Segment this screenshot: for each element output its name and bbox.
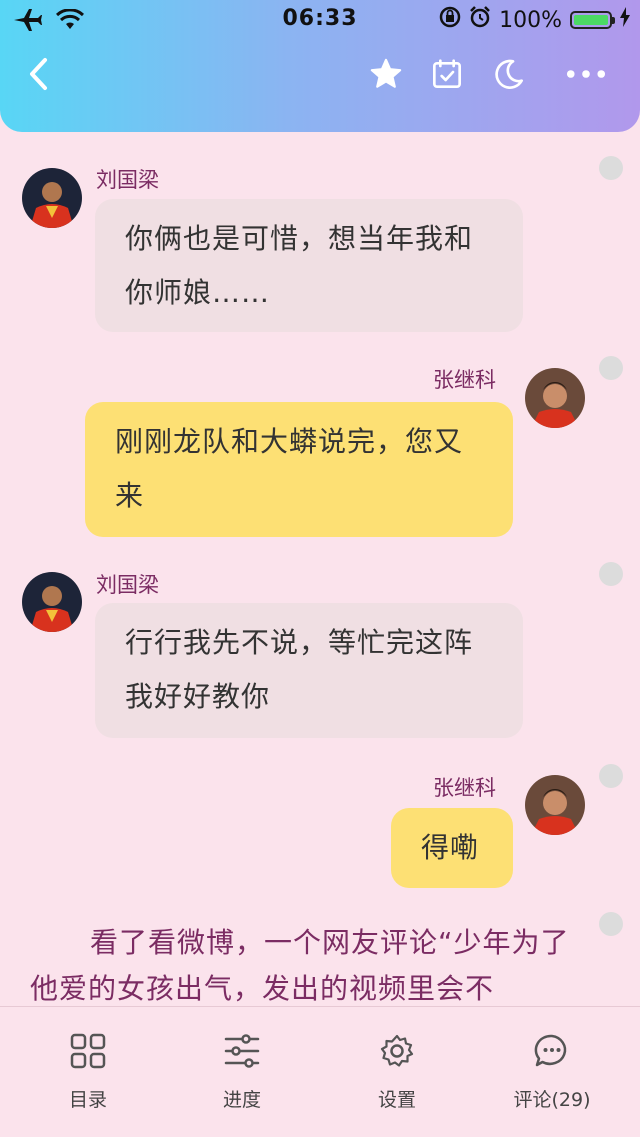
gear-icon xyxy=(380,1034,414,1067)
bottom-tab-bar: 目录 进度 设置 评论(29) xyxy=(0,1006,640,1137)
calendar-button[interactable] xyxy=(427,54,467,94)
sliders-icon xyxy=(224,1034,260,1068)
comment-dot[interactable] xyxy=(599,764,623,788)
comment-dot[interactable] xyxy=(599,356,623,380)
message-line: 来 xyxy=(115,479,145,512)
night-mode-button[interactable] xyxy=(489,54,529,94)
comment-dot[interactable] xyxy=(599,156,623,180)
message-bubble[interactable]: 刚刚龙队和大蟒说完，您又 来 xyxy=(85,402,513,537)
message-bubble[interactable]: 行行我先不说，等忙完这阵 我好好教你 xyxy=(95,603,523,738)
comment-dot[interactable] xyxy=(599,562,623,586)
back-button[interactable] xyxy=(18,54,58,94)
message-line: 得嘞 xyxy=(421,831,480,864)
charging-icon xyxy=(620,7,630,33)
message-line: 你师娘…… xyxy=(125,276,271,309)
sender-name: 刘国梁 xyxy=(96,168,159,192)
battery-level xyxy=(574,15,608,25)
avatar-zhang-jike[interactable] xyxy=(525,368,585,428)
tab-label: 进度 xyxy=(222,1089,261,1111)
avatar-liu-guoliang[interactable] xyxy=(22,168,82,228)
more-button[interactable] xyxy=(566,54,606,94)
message-line: 你俩也是可惜，想当年我和 xyxy=(125,222,474,255)
message-line: 行行我先不说，等忙完这阵 xyxy=(125,626,474,659)
tab-label: 目录 xyxy=(68,1089,107,1111)
message-bubble[interactable]: 得嘞 xyxy=(391,808,513,888)
avatar-zhang-jike[interactable] xyxy=(525,775,585,835)
battery-percent: 100% xyxy=(499,7,562,33)
grid-icon xyxy=(70,1033,106,1069)
status-bar: 06:33 100% xyxy=(0,0,640,40)
message-line: 我好好教你 xyxy=(125,680,271,713)
header: 06:33 100% xyxy=(0,0,640,132)
reading-content[interactable]: 刘国梁 你俩也是可惜，想当年我和 你师娘…… 张继科 刚刚龙队和大蟒说完，您又 … xyxy=(0,132,640,1006)
tab-catalog[interactable]: 目录 xyxy=(8,1007,168,1137)
tab-settings[interactable]: 设置 xyxy=(317,1007,477,1137)
tab-progress[interactable]: 进度 xyxy=(162,1007,322,1137)
tab-comments[interactable]: 评论(29) xyxy=(472,1007,632,1137)
story-paragraph: 看了看微博，一个网友评论“少年为了他爱的女孩出气，发出的视频里会不 xyxy=(30,926,570,1005)
moon-icon xyxy=(495,59,523,89)
sender-name: 张继科 xyxy=(433,368,496,392)
more-dots-icon xyxy=(566,70,606,78)
avatar-liu-guoliang[interactable] xyxy=(22,572,82,632)
comment-dot[interactable] xyxy=(599,912,623,936)
sender-name: 刘国梁 xyxy=(96,573,159,597)
tab-label: 评论(29) xyxy=(513,1089,591,1111)
tab-label: 设置 xyxy=(377,1089,416,1111)
battery-icon xyxy=(570,11,615,29)
favorite-button[interactable] xyxy=(366,54,406,94)
message-line: 刚刚龙队和大蟒说完，您又 xyxy=(115,425,464,458)
sender-name: 张继科 xyxy=(433,776,496,800)
message-bubble[interactable]: 你俩也是可惜，想当年我和 你师娘…… xyxy=(95,199,523,332)
comment-icon xyxy=(534,1034,567,1067)
star-icon xyxy=(370,58,402,88)
chevron-left-icon xyxy=(30,58,47,90)
rotation-lock-icon xyxy=(439,6,461,34)
calendar-check-icon xyxy=(433,59,461,88)
nav-bar xyxy=(0,46,640,102)
alarm-icon xyxy=(469,6,491,34)
